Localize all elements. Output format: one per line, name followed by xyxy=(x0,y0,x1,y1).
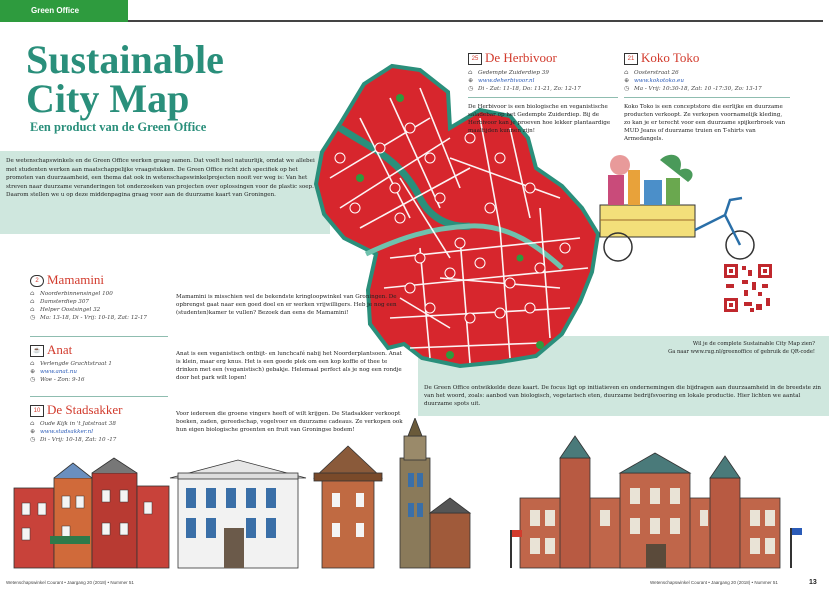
cup-icon: ☕ xyxy=(30,345,44,357)
clock-icon: ◷ xyxy=(468,85,474,92)
green-office-text: De Green Office ontwikkelde deze kaart. … xyxy=(424,385,822,407)
shop-anat: ☕ Anat ⌂ Verlengde Grachtstraat 1 ⊕ www.ana… xyxy=(30,342,170,384)
qr-call-to-action: Wil je de complete Sustainable City Map … xyxy=(668,341,815,355)
divider xyxy=(30,396,168,397)
title-line-1: Sustainable xyxy=(26,37,224,82)
shop-kokotoko: 21 Koko Toko ⌂ Oosterstraat 26 ⊕ www.kokoto… xyxy=(624,50,790,143)
globe-icon: ⊕ xyxy=(468,77,474,84)
shop-mamamini: 2 Mamamini ⌂ Noorderbinnensingel 100 ⌂ Dams… xyxy=(30,272,170,322)
badge-icon: 2 xyxy=(30,275,44,287)
mamamini-hours: Ma: 13-18, Di - Vrij: 10-18, Zat: 12-17 xyxy=(40,315,147,321)
mamamini-info: ⌂ Noorderbinnensingel 100 ⌂ Damsterdiep 30… xyxy=(30,290,170,322)
kokotoko-address: Oosterstraat 26 xyxy=(634,70,679,76)
buildings-illustration xyxy=(13,418,802,569)
shop-herbivoor: 25 De Herbivoor ⌂ Gedempte Zuiderdiep 39 ⊕… xyxy=(468,50,618,135)
herbivoor-hours: Di - Zat: 11-18, Do: 11-21, Zo: 12-17 xyxy=(478,86,581,92)
globe-icon: ⊕ xyxy=(30,368,36,375)
herbivoor-description: De Herbivoor is een biologische en vegan… xyxy=(468,104,611,134)
mamamini-name: Mamamini xyxy=(47,272,105,287)
home-icon: ⌂ xyxy=(468,69,473,76)
kokotoko-title: 21 Koko Toko xyxy=(624,50,790,66)
kokotoko-info: ⌂ Oosterstraat 26 ⊕ www.kokotoko.eu ◷ Ma - … xyxy=(624,69,790,93)
cargo-bike-illustration xyxy=(599,154,755,262)
anat-website[interactable]: www.anat.nu xyxy=(40,369,77,375)
clock-icon: ◷ xyxy=(30,314,36,321)
calendar-icon: 25 xyxy=(468,53,482,65)
clock-icon: ◷ xyxy=(624,85,630,92)
herbivoor-name: De Herbivoor xyxy=(485,50,557,65)
herbivoor-website[interactable]: www.deherbivoor.nl xyxy=(478,78,534,84)
intro-box: De wetenschapswinkels en de Green Office… xyxy=(0,151,330,234)
mamamini-address-1: Noorderbinnensingel 100 xyxy=(40,291,113,297)
mamamini-title: 2 Mamamini xyxy=(30,272,170,288)
mamamini-address-3: Helper Oostsingel 32 xyxy=(40,307,101,313)
home-icon: ⌂ xyxy=(30,306,35,313)
intro-text: De wetenschapswinkels en de Green Office… xyxy=(6,158,315,199)
kokotoko-description: Koko Toko is een conceptstore die eerlij… xyxy=(624,104,786,142)
qr-code[interactable] xyxy=(722,262,774,314)
kokotoko-hours: Ma - Vrij: 10:30-18, Zat: 10 -17:30, Zo:… xyxy=(634,86,762,92)
stadsakker-name: De Stadsakker xyxy=(47,402,123,417)
anat-title: ☕ Anat xyxy=(30,342,170,358)
anat-description: Anat is een veganistisch ontbijt- en lun… xyxy=(176,351,402,381)
divider xyxy=(30,336,168,337)
globe-icon: ⊕ xyxy=(624,77,630,84)
title-line-2: City Map xyxy=(26,76,190,121)
home-icon: ⌂ xyxy=(30,360,35,367)
mamamini-address-2: Damsterdiep 307 xyxy=(40,299,89,305)
divider xyxy=(468,97,618,98)
kokotoko-name: Koko Toko xyxy=(641,50,700,65)
herbivoor-info: ⌂ Gedempte Zuiderdiep 39 ⊕ www.deherbivoor… xyxy=(468,69,618,93)
stadsakker-title: 10 De Stadsakker xyxy=(30,402,190,418)
home-icon: ⌂ xyxy=(30,298,35,305)
clock-icon: ◷ xyxy=(30,376,36,383)
anat-name: Anat xyxy=(47,342,73,357)
anat-info: ⌂ Verlengde Grachtstraat 1 ⊕ www.anat.nu ◷… xyxy=(30,360,170,384)
footer-left: Wetenschapswinkel Courant • Jaargang 20 … xyxy=(6,580,134,585)
mamamini-description: Mamamini is misschien wel de bekendste k… xyxy=(176,294,397,316)
page-title: Sustainable City Map xyxy=(26,37,256,121)
page-number: 13 xyxy=(809,579,817,586)
kokotoko-website[interactable]: www.kokotoko.eu xyxy=(634,78,684,84)
footer-right: Wetenschapswinkel Courant • Jaargang 20 … xyxy=(650,580,778,585)
divider xyxy=(624,97,790,98)
header-rule xyxy=(128,20,823,22)
calendar-icon: 21 xyxy=(624,53,638,65)
section-tab: Green Office xyxy=(0,0,128,22)
anat-address: Verlengde Grachtstraat 1 xyxy=(40,361,112,367)
herbivoor-address: Gedempte Zuiderdiep 39 xyxy=(478,70,549,76)
page-subtitle: Een product van de Green Office xyxy=(30,120,207,134)
home-icon: ⌂ xyxy=(30,290,35,297)
home-icon: ⌂ xyxy=(624,69,629,76)
herbivoor-title: 25 De Herbivoor xyxy=(468,50,618,66)
anat-hours: Woe - Zon: 9-16 xyxy=(40,377,85,383)
calendar-icon: 10 xyxy=(30,405,44,417)
